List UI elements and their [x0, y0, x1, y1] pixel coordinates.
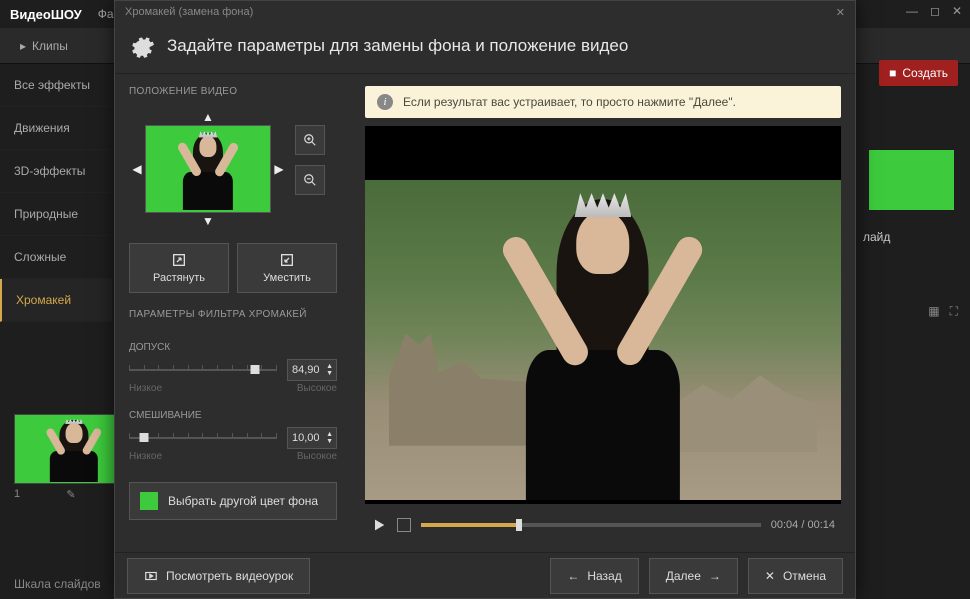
fit-button[interactable]: Уместить — [237, 243, 337, 293]
fit-icon — [279, 252, 295, 268]
sidebar-item-complex[interactable]: Сложные — [0, 236, 112, 279]
fullscreen-icon[interactable]: ⛶ — [950, 304, 958, 319]
tolerance-row: ДОПУСК 84,90 ▲▼ НизкоеВысокое — [129, 342, 337, 394]
zoom-in-icon — [303, 133, 317, 147]
tolerance-slider[interactable] — [129, 362, 277, 378]
slide-label: лайд — [863, 230, 958, 244]
arrow-up-icon[interactable]: ▲ — [145, 109, 271, 125]
minimize-icon[interactable]: — — [906, 4, 918, 18]
zoom-in-button[interactable] — [295, 125, 325, 155]
arrow-down-icon[interactable]: ▼ — [145, 213, 271, 229]
arrow-right-icon[interactable]: ▶ — [271, 125, 287, 213]
create-button[interactable]: ■ Создать — [879, 60, 958, 86]
sidebar-item-chromakey[interactable]: Хромакей — [0, 279, 112, 322]
next-button[interactable]: Далее → — [649, 558, 738, 594]
close-icon[interactable]: ✕ — [952, 4, 962, 18]
chromakey-dialog: Хромакей (замена фона) ✕ Задайте парамет… — [114, 0, 856, 599]
pick-color-button[interactable]: Выбрать другой цвет фона — [129, 482, 337, 520]
position-thumbnail[interactable] — [145, 125, 271, 213]
hint-bar: i Если результат вас устраивает, то прос… — [365, 86, 841, 118]
position-control: ▲ ◀ ▶ ▼ — [129, 109, 287, 229]
arrow-left-icon[interactable]: ◀ — [129, 125, 145, 213]
video-icon — [144, 569, 158, 583]
color-swatch — [140, 492, 158, 510]
info-icon: i — [377, 94, 393, 110]
loop-button[interactable] — [397, 518, 411, 532]
video-preview — [365, 126, 841, 504]
zoom-out-button[interactable] — [295, 165, 325, 195]
stretch-icon — [171, 252, 187, 268]
blend-slider[interactable] — [129, 430, 277, 446]
blend-row: СМЕШИВАНИЕ 10,00 ▲▼ НизкоеВысокое — [129, 410, 337, 462]
sidebar-item-motion[interactable]: Движения — [0, 107, 112, 150]
dialog-titlebar: Хромакей (замена фона) ✕ — [115, 1, 855, 23]
sidebar-item-all[interactable]: Все эффекты — [0, 64, 112, 107]
settings-panel: ПОЛОЖЕНИЕ ВИДЕО ▲ ◀ ▶ ▼ — [115, 74, 351, 552]
stretch-button[interactable]: Растянуть — [129, 243, 229, 293]
time-display: 00:04 / 00:14 — [771, 519, 835, 531]
arrow-right-icon: → — [709, 569, 721, 583]
zoom-out-icon — [303, 173, 317, 187]
right-panel: лайд ▦ ⛶ — [863, 150, 958, 319]
gear-icon — [129, 33, 155, 59]
window-controls: — ◻ ✕ — [906, 4, 962, 18]
arrow-left-icon: ← — [567, 569, 579, 583]
sidebar-item-3d[interactable]: 3D-эффекты — [0, 150, 112, 193]
camera-icon: ■ — [889, 66, 896, 80]
timeline-label: Шкала слайдов — [14, 577, 101, 591]
cancel-button[interactable]: ✕ Отмена — [748, 558, 843, 594]
edit-icon[interactable]: ✎ — [66, 488, 75, 501]
tutorial-button[interactable]: Посмотреть видеоурок — [127, 558, 310, 594]
maximize-icon[interactable]: ◻ — [930, 4, 940, 18]
spinner-icon: ▲▼ — [326, 431, 333, 445]
dialog-header: Задайте параметры для замены фона и поло… — [115, 23, 855, 74]
source-thumb — [869, 150, 954, 210]
dialog-heading: Задайте параметры для замены фона и поло… — [167, 36, 628, 56]
app-logo: ВидеоШОУ — [10, 7, 82, 22]
progress-bar[interactable] — [421, 523, 761, 527]
clip-index: 1 — [14, 488, 20, 501]
close-icon: ✕ — [765, 569, 775, 583]
clips-button[interactable]: ▸ Клипы — [20, 39, 68, 53]
player-controls: 00:04 / 00:14 — [365, 510, 841, 540]
position-title: ПОЛОЖЕНИЕ ВИДЕО — [129, 86, 337, 97]
play-button[interactable] — [371, 517, 387, 533]
spinner-icon: ▲▼ — [326, 363, 333, 377]
tolerance-input[interactable]: 84,90 ▲▼ — [287, 359, 337, 381]
grid-icon[interactable]: ▦ — [928, 304, 939, 319]
back-button[interactable]: ← Назад — [550, 558, 638, 594]
params-title: ПАРАМЕТРЫ ФИЛЬТРА ХРОМАКЕЙ — [129, 309, 337, 320]
play-icon: ▸ — [20, 39, 26, 53]
dialog-footer: Посмотреть видеоурок ← Назад Далее → ✕ О… — [115, 552, 855, 598]
blend-input[interactable]: 10,00 ▲▼ — [287, 427, 337, 449]
dialog-close-icon[interactable]: ✕ — [836, 6, 845, 19]
sidebar-item-nature[interactable]: Природные — [0, 193, 112, 236]
preview-panel: i Если результат вас устраивает, то прос… — [351, 74, 855, 552]
